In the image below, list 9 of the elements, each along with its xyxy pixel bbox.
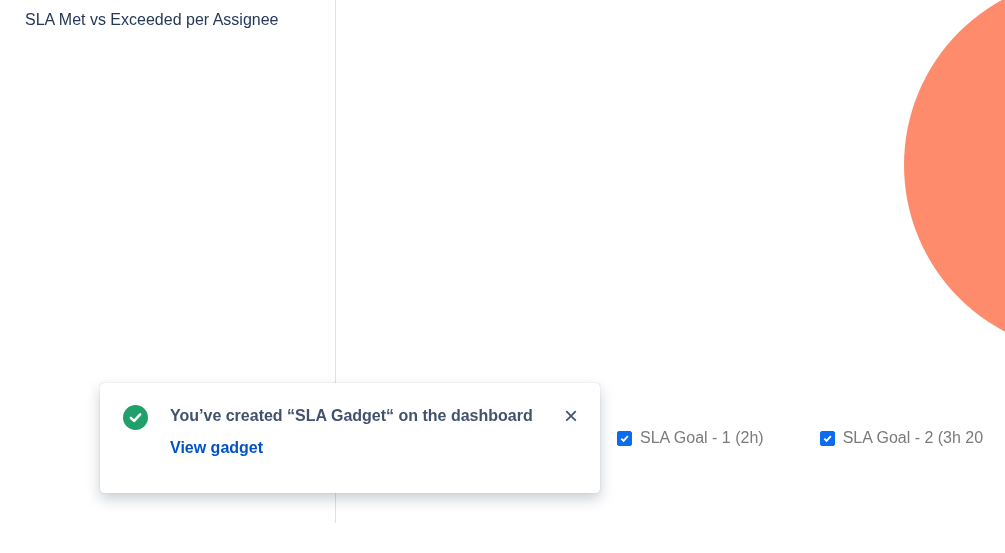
close-button[interactable]: × [560, 405, 582, 427]
legend-label: SLA Goal - 1 (2h) [640, 429, 764, 447]
legend-label: SLA Goal - 2 (3h 20 [842, 429, 984, 447]
view-gadget-link[interactable]: View gadget [170, 439, 264, 457]
check-circle-icon [123, 405, 148, 430]
checkbox[interactable] [617, 430, 632, 446]
gadget-title: SLA Met vs Exceeded per Assignee [25, 11, 280, 29]
checkbox[interactable] [819, 430, 835, 446]
toast-message: You’ve created “SLA Gadget“ on the dashboard [170, 407, 534, 425]
